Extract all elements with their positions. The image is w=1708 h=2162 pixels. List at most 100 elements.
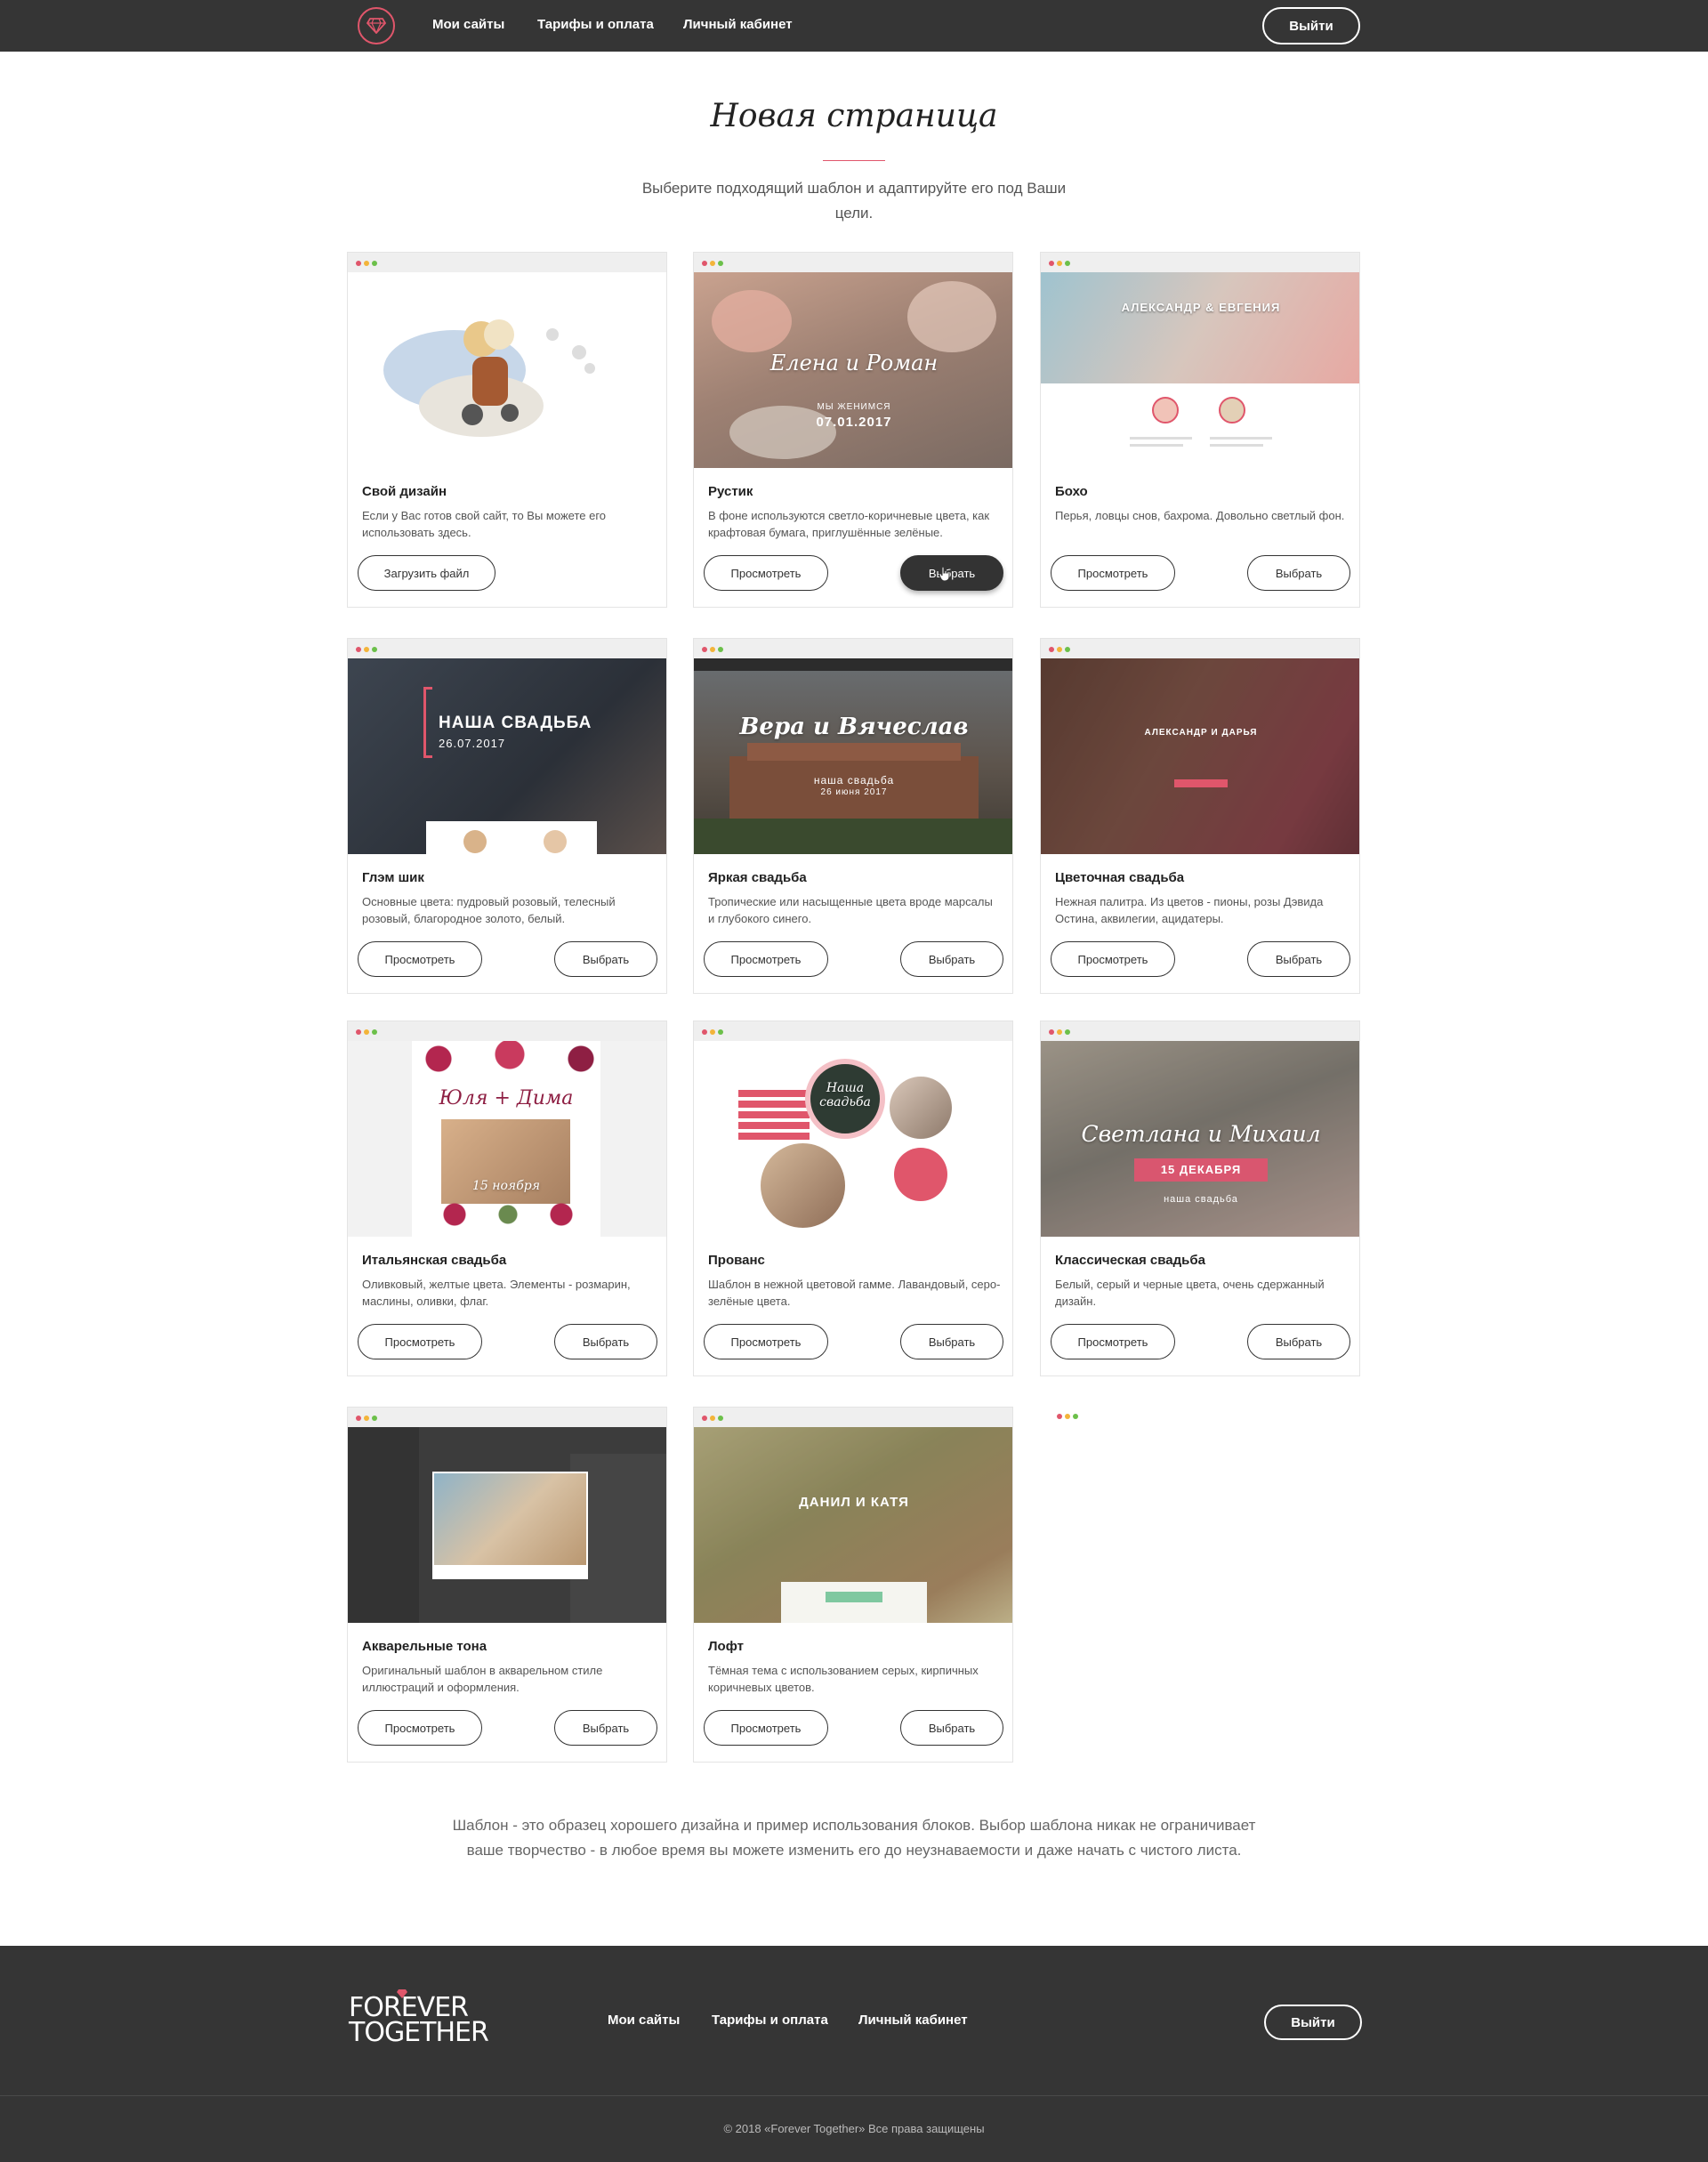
- footer-divider: [0, 2095, 1708, 2096]
- select-button[interactable]: Выбрать: [900, 555, 1003, 591]
- window-bar: [348, 253, 666, 272]
- template-card-bright: Вера и Вячеслав наша свадьба 26 июня 201…: [693, 638, 1013, 994]
- card-title: Классическая свадьба: [1055, 1253, 1205, 1268]
- card-description: Перья, ловцы снов, бахрома. Довольно све…: [1055, 509, 1345, 522]
- template-card-classic: Светлана и Михаил 15 ДЕКАБРЯ наша свадьб…: [1040, 1020, 1360, 1376]
- thumb-caps-title: АЛЕКСАНДР & ЕВГЕНИЯ: [1121, 301, 1281, 314]
- top-navbar: Мои сайты Тарифы и оплата Личный кабинет…: [0, 0, 1708, 52]
- card-description: Тропические или насыщенные цвета вроде м…: [708, 895, 993, 925]
- upload-file-button[interactable]: Загрузить файл: [358, 555, 495, 591]
- footer-nav-account[interactable]: Личный кабинет: [858, 2013, 968, 2028]
- card-title: Свой дизайн: [362, 484, 447, 499]
- template-thumbnail: Вера и Вячеслав наша свадьба 26 июня 201…: [694, 658, 1012, 854]
- window-bar: [694, 1408, 1012, 1427]
- select-button[interactable]: Выбрать: [554, 1324, 657, 1359]
- diamond-icon: [397, 1989, 407, 1998]
- preview-button[interactable]: Просмотреть: [358, 1710, 482, 1746]
- template-card-glam: НАША СВАДЬБА 26.07.2017 Глэм шик Основны…: [347, 638, 667, 994]
- window-bar: [694, 639, 1012, 658]
- select-button[interactable]: Выбрать: [1247, 555, 1350, 591]
- thumb-small: МЫ ЖЕНИМСЯ: [817, 402, 891, 412]
- template-card-boho: АЛЕКСАНДР & ЕВГЕНИЯ Бохо Перья, ловцы сн…: [1040, 252, 1360, 608]
- preview-button[interactable]: Просмотреть: [1051, 1324, 1175, 1359]
- window-bar: [348, 1408, 666, 1427]
- nav-my-sites[interactable]: Мои сайты: [432, 17, 504, 32]
- card-description: Тёмная тема с использованием серых, кирп…: [708, 1664, 979, 1694]
- footer-logo[interactable]: FOREVER TOGETHER: [349, 1995, 489, 2048]
- window-bar: [348, 639, 666, 658]
- thumb-small: 15 ДЕКАБРЯ: [1160, 1163, 1242, 1176]
- card-title: Бохо: [1055, 484, 1088, 499]
- window-bar: [1041, 1021, 1359, 1041]
- thumb-script-title: Юля + Дима: [439, 1087, 574, 1109]
- card-description: Белый, серый и черные цвета, очень сдерж…: [1055, 1278, 1325, 1308]
- card-title: Акварельные тона: [362, 1639, 487, 1654]
- thumb-script-title: Светлана и Михаил: [1081, 1121, 1321, 1147]
- footer-logout-button[interactable]: Выйти: [1264, 2005, 1362, 2040]
- template-thumbnail: Елена и Роман МЫ ЖЕНИМСЯ 07.01.2017: [694, 272, 1012, 468]
- card-title: Глэм шик: [362, 870, 424, 885]
- thumb-date: 26 июня 2017: [820, 787, 888, 797]
- template-card-rustic: Елена и Роман МЫ ЖЕНИМСЯ 07.01.2017 Руст…: [693, 252, 1013, 608]
- select-button[interactable]: Выбрать: [900, 1324, 1003, 1359]
- template-card-floral: АЛЕКСАНДР И ДАРЬЯ Цветочная свадьба Нежн…: [1040, 638, 1360, 994]
- preview-button[interactable]: Просмотреть: [704, 941, 828, 977]
- select-button[interactable]: Выбрать: [1247, 941, 1350, 977]
- card-description: Шаблон в нежной цветовой гамме. Лавандов…: [708, 1278, 1001, 1308]
- window-bar: [348, 1021, 666, 1041]
- template-thumbnail: АЛЕКСАНДР И ДАРЬЯ: [1041, 658, 1359, 854]
- thumb-small: наша свадьба: [813, 774, 895, 787]
- thumb-script-title: Вера и Вячеслав: [739, 714, 969, 740]
- card-description: Если у Вас готов свой сайт, то Вы можете…: [362, 509, 607, 539]
- select-button[interactable]: Выбрать: [900, 1710, 1003, 1746]
- template-thumbnail: ДАНИЛ И КАТЯ: [694, 1427, 1012, 1623]
- page-title: Новая страница: [710, 98, 998, 134]
- select-button[interactable]: Выбрать: [554, 1710, 657, 1746]
- template-card-italian: Юля + Дима 15 ноября Итальянская свадьба…: [347, 1020, 667, 1376]
- page-subtitle: Выберите подходящий шаблон и адаптируйте…: [641, 180, 1067, 222]
- template-thumbnail: Наша свадьба: [694, 1041, 1012, 1237]
- template-thumbnail: АЛЕКСАНДР & ЕВГЕНИЯ: [1041, 272, 1359, 468]
- window-bar: [1041, 253, 1359, 272]
- footer-nav-my-sites[interactable]: Мои сайты: [608, 2013, 680, 2028]
- template-card-watercolor: Акварельные тона Оригинальный шаблон в а…: [347, 1407, 667, 1763]
- template-thumbnail: НАША СВАДЬБА 26.07.2017: [348, 658, 666, 854]
- card-description: Оригинальный шаблон в акварельном стиле …: [362, 1664, 603, 1694]
- preview-button[interactable]: Просмотреть: [358, 1324, 482, 1359]
- select-button[interactable]: Выбрать: [554, 941, 657, 977]
- template-thumbnail: Юля + Дима 15 ноября: [348, 1041, 666, 1237]
- preview-button[interactable]: Просмотреть: [1051, 941, 1175, 977]
- preview-button[interactable]: Просмотреть: [1051, 555, 1175, 591]
- preview-button[interactable]: Просмотреть: [358, 941, 482, 977]
- thumb-date: 07.01.2017: [816, 415, 892, 430]
- card-title: Яркая свадьба: [708, 870, 807, 885]
- template-card-provence: Наша свадьба Прованс Шаблон в нежной цве…: [693, 1020, 1013, 1376]
- preview-button[interactable]: Просмотреть: [704, 555, 828, 591]
- diamond-logo-icon[interactable]: [358, 7, 395, 44]
- logo-line-2: TOGETHER: [349, 2017, 489, 2048]
- preview-button[interactable]: Просмотреть: [704, 1710, 828, 1746]
- card-description: Нежная палитра. Из цветов - пионы, розы …: [1055, 895, 1324, 925]
- thumb-caps-title: НАША СВАДЬБА: [439, 714, 592, 732]
- window-bar: [694, 1021, 1012, 1041]
- thumb-caps-title: АЛЕКСАНДР И ДАРЬЯ: [1144, 728, 1258, 738]
- card-description: В фоне используются светло-коричневые цв…: [708, 509, 990, 539]
- hand-cursor-icon: [939, 566, 950, 582]
- card-title: Прованс: [708, 1253, 765, 1268]
- thumb-script-title: Елена и Роман: [769, 351, 939, 375]
- select-button[interactable]: Выбрать: [900, 941, 1003, 977]
- template-thumbnail: Светлана и Михаил 15 ДЕКАБРЯ наша свадьб…: [1041, 1041, 1359, 1237]
- footer-nav-tariffs[interactable]: Тарифы и оплата: [712, 2013, 828, 2028]
- template-card-custom: Свой дизайн Если у Вас готов свой сайт, …: [347, 252, 667, 608]
- card-title: Лофт: [708, 1639, 744, 1654]
- select-button[interactable]: Выбрать: [1247, 1324, 1350, 1359]
- card-description: Основные цвета: пудровый розовый, телесн…: [362, 895, 616, 925]
- nav-tariffs[interactable]: Тарифы и оплата: [537, 17, 654, 32]
- thumb-date: наша свадьба: [1164, 1194, 1238, 1205]
- copyright: © 2018 «Forever Together» Все права защи…: [723, 2122, 985, 2135]
- template-card-loft: ДАНИЛ И КАТЯ Лофт Тёмная тема с использо…: [693, 1407, 1013, 1763]
- window-dots-decoration: [1049, 1414, 1084, 1423]
- preview-button[interactable]: Просмотреть: [704, 1324, 828, 1359]
- logout-button[interactable]: Выйти: [1262, 7, 1360, 44]
- nav-account[interactable]: Личный кабинет: [683, 17, 793, 32]
